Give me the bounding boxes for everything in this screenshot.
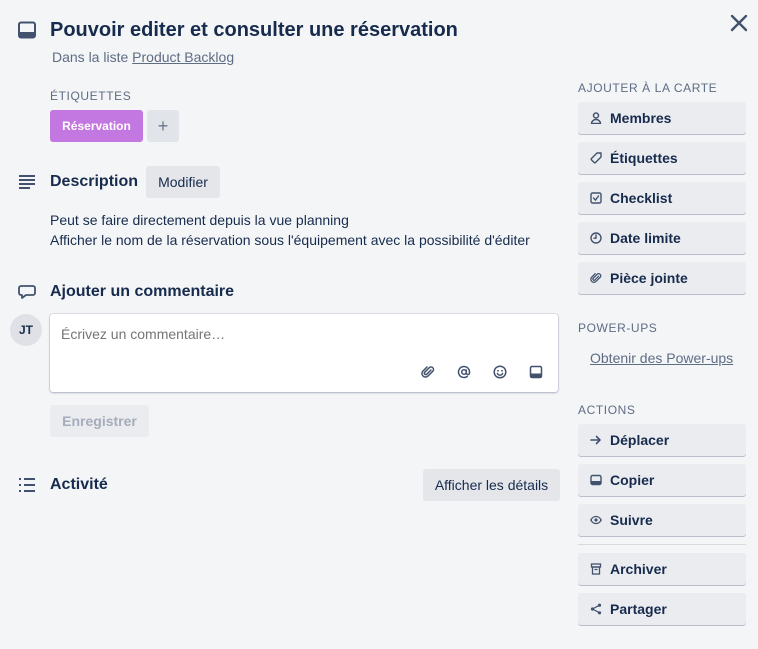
card-title[interactable]: Pouvoir editer et consulter une réservat… [50, 18, 458, 42]
card-icon [16, 20, 38, 40]
card-icon [589, 473, 603, 487]
activity-icon [16, 475, 38, 495]
attachment-button[interactable]: Pièce jointe [578, 262, 746, 294]
move-button[interactable]: Déplacer [578, 424, 746, 456]
save-comment-button[interactable]: Enregistrer [50, 405, 149, 437]
checklist-label: Checklist [610, 190, 673, 206]
members-button[interactable]: Membres [578, 102, 746, 134]
avatar[interactable]: JT [10, 314, 42, 346]
copy-label: Copier [610, 472, 655, 488]
mention-icon[interactable] [452, 362, 476, 382]
archive-label: Archiver [610, 561, 667, 577]
description-text[interactable]: Peut se faire directement depuis la vue … [50, 210, 530, 250]
tag-icon [589, 151, 603, 165]
watch-label: Suivre [610, 512, 653, 528]
description-line: Afficher le nom de la réservation sous l… [50, 232, 530, 248]
list-link[interactable]: Product Backlog [132, 49, 234, 65]
edit-description-button[interactable]: Modifier [146, 166, 220, 198]
paperclip-icon [589, 271, 603, 285]
labels-button[interactable]: Étiquettes [578, 142, 746, 174]
labels-button-label: Étiquettes [610, 150, 678, 166]
list-info: Dans la liste Product Backlog [52, 48, 234, 66]
description-line: Peut se faire directement depuis la vue … [50, 212, 349, 228]
share-label: Partager [610, 601, 667, 617]
labels-heading: Étiquettes [50, 89, 132, 103]
comment-title: Ajouter un commentaire [50, 283, 235, 300]
due-date-label: Date limite [610, 230, 681, 246]
close-icon[interactable] [726, 10, 752, 36]
due-date-button[interactable]: Date limite [578, 222, 746, 254]
get-powerups-link[interactable]: Obtenir des Power-ups [590, 349, 733, 367]
eye-icon [589, 513, 603, 527]
members-label: Membres [610, 110, 672, 126]
watch-button[interactable]: Suivre [578, 504, 746, 536]
copy-button[interactable]: Copier [578, 464, 746, 496]
share-icon [589, 602, 603, 616]
clock-icon [589, 231, 603, 245]
attachment-label: Pièce jointe [610, 270, 688, 286]
person-icon [589, 111, 603, 125]
move-label: Déplacer [610, 432, 670, 448]
attachment-icon[interactable] [416, 362, 440, 382]
actions-heading: Actions [578, 403, 636, 417]
activity-title: Activité [50, 476, 108, 493]
comment-input[interactable] [61, 325, 541, 343]
arrow-right-icon [589, 433, 603, 447]
checklist-button[interactable]: Checklist [578, 182, 746, 214]
checklist-icon [589, 191, 603, 205]
share-button[interactable]: Partager [578, 593, 746, 625]
sidebar-divider [578, 544, 746, 545]
plus-icon: + [157, 115, 169, 136]
description-icon [16, 172, 38, 192]
list-prefix: Dans la liste [52, 49, 129, 65]
archive-button[interactable]: Archiver [578, 553, 746, 585]
comment-icon [16, 282, 38, 302]
archive-icon [589, 562, 603, 576]
description-title: Description [50, 173, 139, 190]
add-to-card-heading: Ajouter à la carte [578, 81, 718, 95]
add-label-button[interactable]: + [147, 110, 179, 142]
powerups-heading: Power-Ups [578, 321, 658, 335]
emoji-icon[interactable] [488, 362, 512, 382]
card-icon[interactable] [524, 362, 548, 382]
show-details-button[interactable]: Afficher les détails [423, 469, 560, 501]
comment-box[interactable] [50, 314, 558, 392]
label-chip[interactable]: Réservation [50, 110, 143, 142]
